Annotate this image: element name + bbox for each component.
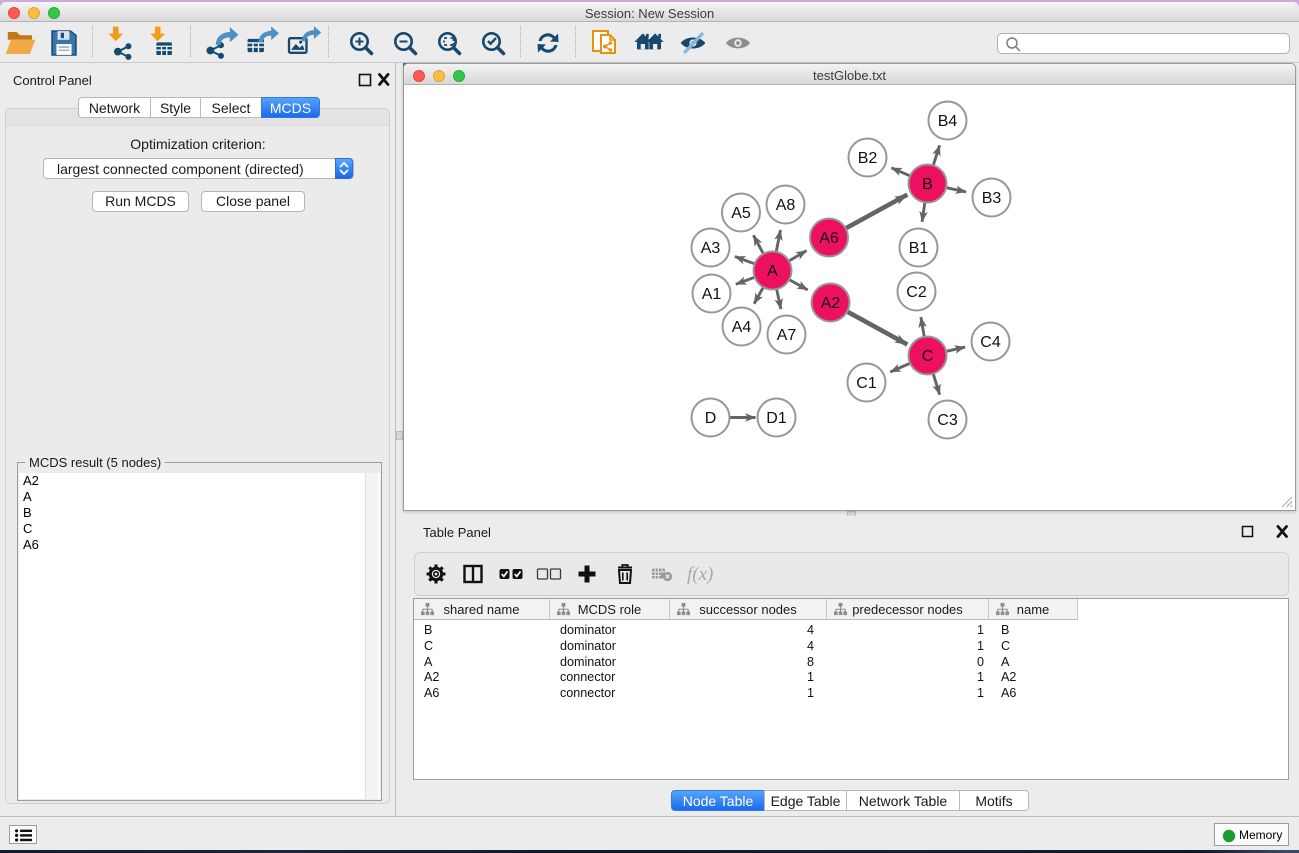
svg-text:C3: C3: [937, 412, 958, 429]
svg-text:C: C: [922, 348, 934, 365]
svg-text:D: D: [705, 410, 717, 427]
svg-text:A: A: [767, 263, 778, 280]
svg-text:A6: A6: [819, 230, 839, 247]
svg-text:B2: B2: [858, 150, 878, 167]
svg-text:C4: C4: [980, 334, 1001, 351]
svg-text:A4: A4: [732, 319, 752, 336]
svg-text:B1: B1: [909, 240, 929, 257]
svg-text:B3: B3: [982, 190, 1002, 207]
svg-text:B4: B4: [938, 113, 958, 130]
svg-text:f(x): f(x): [687, 564, 713, 585]
svg-text:C2: C2: [906, 284, 927, 301]
svg-text:A7: A7: [777, 327, 797, 344]
svg-text:A5: A5: [731, 205, 751, 222]
svg-text:A1: A1: [702, 286, 722, 303]
svg-text:A8: A8: [776, 197, 796, 214]
svg-text:A3: A3: [701, 240, 721, 257]
svg-text:D1: D1: [766, 410, 787, 427]
svg-text:B: B: [922, 176, 933, 193]
svg-text:A2: A2: [821, 295, 841, 312]
svg-text:C1: C1: [856, 375, 877, 392]
